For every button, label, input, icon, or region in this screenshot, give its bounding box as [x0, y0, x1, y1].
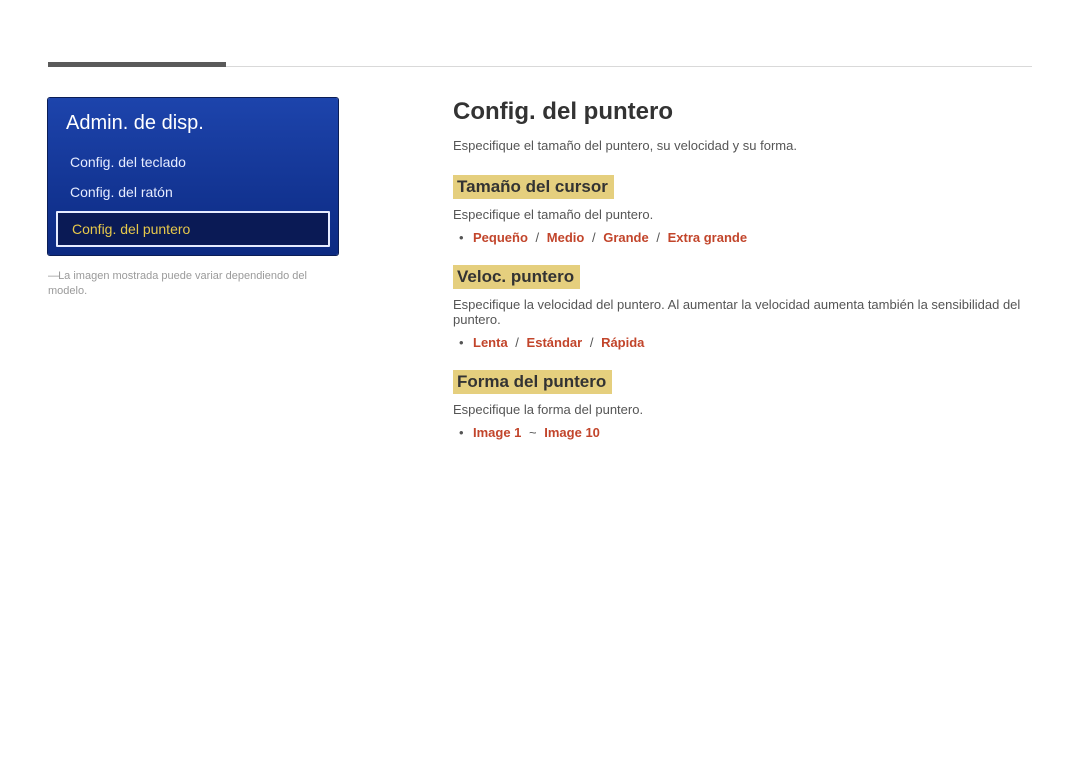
- section-heading: Veloc. puntero: [453, 265, 580, 289]
- option-value: Lenta: [473, 335, 508, 350]
- sidebar-footnote: La imagen mostrada puede variar dependie…: [48, 269, 338, 300]
- option-value: Image 1: [473, 425, 521, 440]
- page-title: Config. del puntero: [453, 98, 1032, 126]
- section-heading: Forma del puntero: [453, 370, 612, 394]
- option-sep: /: [532, 230, 544, 245]
- option-value: Image 10: [544, 425, 600, 440]
- option-value: Medio: [547, 230, 585, 245]
- osd-menu-item-puntero[interactable]: Config. del puntero: [56, 211, 330, 247]
- option-sep: /: [588, 230, 600, 245]
- option-sep: /: [652, 230, 664, 245]
- section-tamano-cursor: Tamaño del cursor Especifique el tamaño …: [453, 175, 1032, 245]
- option-value: Extra grande: [668, 230, 747, 245]
- osd-menu-title: Admin. de disp.: [48, 98, 338, 147]
- section-desc: Especifique la forma del puntero.: [453, 402, 1032, 417]
- section-options: Pequeño / Medio / Grande / Extra grande: [453, 230, 1032, 245]
- option-sep: /: [586, 335, 598, 350]
- option-value: Rápida: [601, 335, 644, 350]
- header-rule-accent: [48, 62, 226, 67]
- section-forma-puntero: Forma del puntero Especifique la forma d…: [453, 370, 1032, 440]
- section-desc: Especifique la velocidad del puntero. Al…: [453, 297, 1032, 327]
- section-options: Image 1 ~ Image 10: [453, 425, 1032, 440]
- option-value: Estándar: [527, 335, 583, 350]
- option-sep: ~: [525, 425, 541, 440]
- section-heading: Tamaño del cursor: [453, 175, 614, 199]
- option-sep: /: [511, 335, 523, 350]
- main-content: Config. del puntero Especifique el tamañ…: [453, 98, 1032, 460]
- osd-menu-item-teclado[interactable]: Config. del teclado: [48, 147, 338, 177]
- option-value: Grande: [603, 230, 649, 245]
- option-value: Pequeño: [473, 230, 528, 245]
- osd-menu: Admin. de disp. Config. del teclado Conf…: [48, 98, 338, 255]
- page-body: Admin. de disp. Config. del teclado Conf…: [48, 98, 1032, 460]
- osd-menu-item-raton[interactable]: Config. del ratón: [48, 177, 338, 207]
- section-desc: Especifique el tamaño del puntero.: [453, 207, 1032, 222]
- page-lead: Especifique el tamaño del puntero, su ve…: [453, 138, 1032, 153]
- sidebar: Admin. de disp. Config. del teclado Conf…: [48, 98, 338, 300]
- section-veloc-puntero: Veloc. puntero Especifique la velocidad …: [453, 265, 1032, 350]
- section-options: Lenta / Estándar / Rápida: [453, 335, 1032, 350]
